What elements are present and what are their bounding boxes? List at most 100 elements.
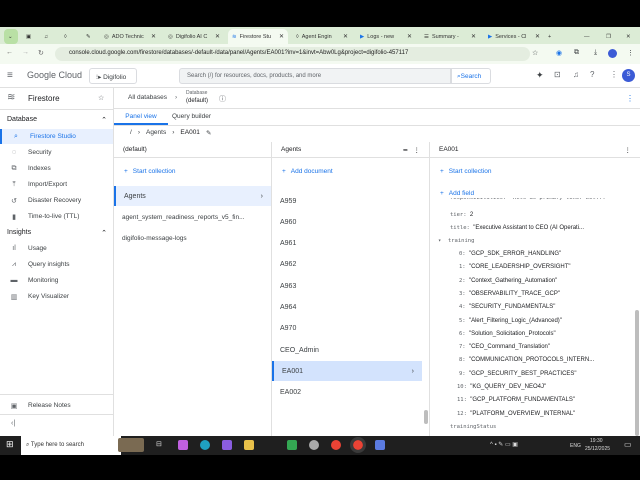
google-drive-icon[interactable]	[287, 440, 297, 450]
sidebar-item-key-visualizer[interactable]: ▥ Key Visualizer	[0, 289, 113, 304]
start-collection-button[interactable]: + Start collection	[124, 168, 175, 175]
windows-start-icon[interactable]: ⊞	[6, 439, 14, 450]
training-item[interactable]: 5: "Alert_Filtering_Logic_(Advanced)"	[459, 318, 562, 324]
star-icon[interactable]: ☆	[532, 49, 538, 57]
scrollbar[interactable]	[424, 410, 428, 424]
project-picker[interactable]: ⁝▸ Digifolio	[89, 68, 137, 84]
field-title[interactable]: title: "Executive Assistant to CEO (AI O…	[450, 225, 584, 231]
sidebar-item-security[interactable]: ◌ Security	[0, 145, 113, 160]
tab[interactable]: ◊ Agent Engin ✕	[292, 29, 352, 44]
list-item[interactable]: A960	[272, 212, 422, 232]
section-insights[interactable]: Insights ⌃	[7, 229, 107, 237]
taskbar-search-input[interactable]: ⌕ Type here to search	[21, 436, 121, 455]
close-window-button[interactable]: ✕	[622, 29, 635, 44]
breadcrumb-root[interactable]: /	[130, 129, 132, 137]
more-icon[interactable]: ⋮	[414, 147, 421, 154]
field-training-status[interactable]: trainingStatus	[450, 424, 496, 430]
field-training[interactable]: ▾ training	[438, 238, 474, 244]
task-view-icon[interactable]: ⊟	[156, 440, 162, 448]
database-value[interactable]: (default)	[186, 98, 208, 104]
restore-button[interactable]: ❐	[602, 29, 615, 44]
pinned-tab[interactable]: ▣	[22, 29, 35, 44]
tab-active[interactable]: ≋ Firestore Stu ✕	[228, 29, 288, 44]
list-item[interactable]: Agents ›	[114, 186, 271, 206]
back-icon[interactable]: ←	[6, 49, 13, 56]
sidebar-item-import-export[interactable]: ⤒ Import/Export	[0, 177, 113, 192]
collapse-sidebar-icon[interactable]: ‹|	[11, 420, 15, 427]
list-item[interactable]: A963	[272, 276, 422, 296]
menu-icon[interactable]: ⋮	[627, 49, 634, 57]
list-item[interactable]: A962	[272, 255, 422, 275]
section-database[interactable]: Database ⌃	[7, 116, 107, 124]
list-item[interactable]: EA001 ›	[272, 361, 422, 382]
training-item[interactable]: 6: "Solution_Solicitation_Protocols"	[459, 331, 556, 337]
help-icon[interactable]: ?	[590, 70, 594, 79]
file-explorer-icon[interactable]	[244, 440, 254, 450]
close-icon[interactable]: ✕	[279, 33, 284, 40]
edit-pencil-icon[interactable]: ✎	[206, 129, 211, 137]
puzzle-icon[interactable]: ⧉	[574, 49, 579, 57]
google-cloud-logo[interactable]: Google Cloud	[27, 70, 82, 80]
list-item[interactable]: A961	[272, 234, 422, 254]
training-item[interactable]: 8: "COMMUNICATION_PROTOCOLS_INTERN...	[459, 357, 594, 363]
sidebar-item-ttl[interactable]: ▮ Time-to-live (TTL)	[0, 209, 113, 224]
pinned-tab[interactable]: ♫	[40, 29, 52, 44]
list-item[interactable]: CEO_Admin	[272, 340, 422, 360]
pinned-tab[interactable]: ✎	[82, 29, 95, 44]
app-icon[interactable]	[375, 440, 385, 450]
add-document-button[interactable]: + Add document	[282, 168, 333, 175]
chrome-icon[interactable]	[350, 437, 366, 453]
training-item[interactable]: 9: "GCP_SECURITY_BEST_PRACTICES"	[459, 371, 577, 377]
copilot-icon[interactable]	[178, 440, 188, 450]
search-button[interactable]: ⌕Search	[451, 68, 491, 84]
tab-query-builder[interactable]: Query builder	[172, 113, 211, 120]
extension-icon[interactable]: ◉	[556, 49, 562, 57]
sidebar-item-query-insights[interactable]: ⩘ Query insights	[0, 257, 113, 272]
close-icon[interactable]: ✕	[407, 33, 412, 40]
notifications-icon[interactable]: ▭	[624, 440, 632, 449]
url-input[interactable]: console.cloud.google.com/firestore/datab…	[55, 47, 530, 61]
tab[interactable]: ▶ Services - Cl ✕	[484, 29, 544, 44]
chrome-icon[interactable]	[331, 440, 341, 450]
reload-icon[interactable]: ↻	[38, 49, 44, 57]
list-item[interactable]: agent_system_readiness_reports_v5_fin...	[114, 207, 271, 227]
close-icon[interactable]: ✕	[471, 33, 476, 40]
list-item[interactable]: A959	[272, 191, 422, 211]
search-input[interactable]: Search (/) for resources, docs, products…	[179, 68, 451, 84]
new-tab-button[interactable]: +	[544, 29, 555, 44]
training-item[interactable]: 4: "SECURITY_FUNDAMENTALS"	[459, 304, 555, 310]
language-indicator[interactable]: ENG	[570, 443, 581, 449]
breadcrumb-collection[interactable]: Agents	[146, 129, 166, 137]
info-icon[interactable]: ⓘ	[219, 94, 226, 104]
cloud-shell-icon[interactable]: ⊡	[554, 70, 561, 79]
forward-icon[interactable]: →	[22, 49, 29, 56]
close-icon[interactable]: ✕	[215, 33, 220, 40]
list-item[interactable]: A964	[272, 298, 422, 318]
tab[interactable]: ▶ Logs - new ✕	[356, 29, 416, 44]
sidebar-item-indexes[interactable]: ⧉ Indexes	[0, 161, 113, 176]
tray-icons[interactable]: ^ ▪ ✎ ▭ ▣	[490, 441, 518, 448]
tab[interactable]: ◎ ADO Technic ✕	[100, 29, 160, 44]
tab[interactable]: ◎ Digifolio AI C ✕	[164, 29, 224, 44]
training-item[interactable]: 10: "KG_QUERY_DEV_NEO4J"	[457, 384, 546, 390]
training-item[interactable]: 0: "GCP_SDK_ERROR_HANDLING"	[459, 251, 561, 257]
training-item[interactable]: 7: "CEO_Command_Translation"	[459, 344, 550, 350]
tab[interactable]: ☰ Summary - ✕	[420, 29, 480, 44]
filter-icon[interactable]: ≂	[403, 147, 408, 154]
field-tier[interactable]: tier: 2	[450, 212, 473, 218]
add-field-button[interactable]: + Add field	[440, 190, 474, 197]
more-icon[interactable]: ⋮	[625, 146, 632, 154]
more-icon[interactable]: ⋮	[610, 70, 618, 79]
minimize-button[interactable]: —	[580, 29, 594, 44]
all-databases-link[interactable]: All databases	[128, 94, 167, 101]
breadcrumb-document[interactable]: EA001	[180, 129, 200, 137]
sidebar-item-release-notes[interactable]: ▣ Release Notes	[0, 398, 113, 413]
profile-avatar[interactable]	[608, 49, 617, 58]
app-icon[interactable]	[309, 440, 319, 450]
training-item[interactable]: 11: "GCP_PLATFORM_FUNDAMENTALS"	[457, 397, 575, 403]
close-icon[interactable]: ✕	[151, 33, 156, 40]
sidebar-item-disaster-recovery[interactable]: ↺ Disaster Recovery	[0, 193, 113, 208]
training-item[interactable]: 1: "CORE_LEADERSHIP_OVERSIGHT"	[459, 264, 571, 270]
tab-search-icon[interactable]: ⌄	[4, 29, 18, 44]
sidebar-item-firestore-studio[interactable]: ⌕ Firestore Studio	[0, 129, 113, 144]
